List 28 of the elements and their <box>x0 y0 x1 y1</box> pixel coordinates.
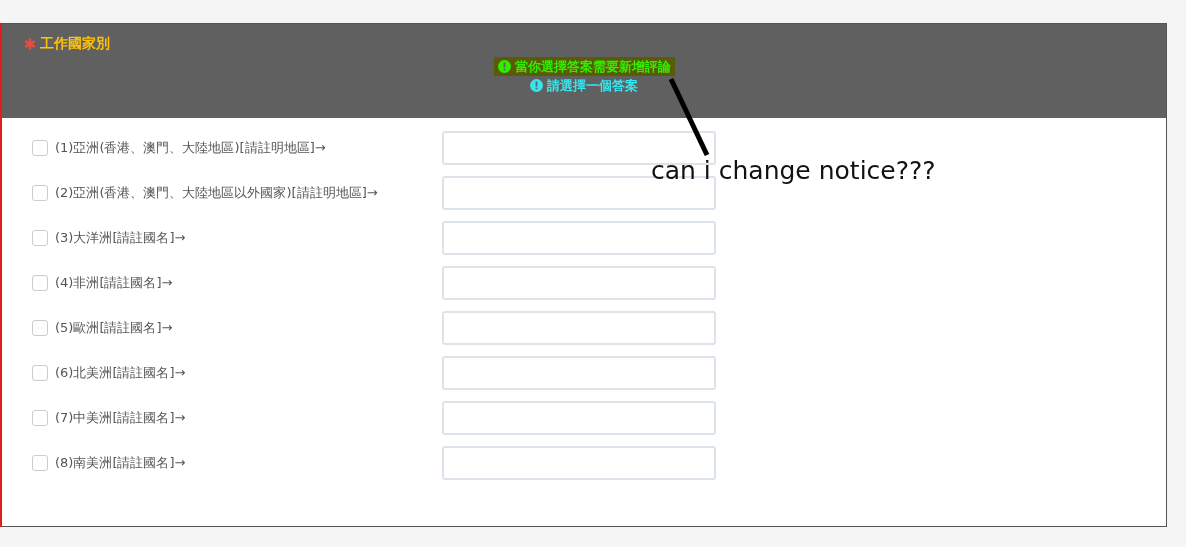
question-title: 工作國家別 <box>40 35 110 53</box>
notice: 請選擇一個答案 <box>526 76 642 95</box>
alert-icon <box>497 60 511 73</box>
checkbox[interactable] <box>32 184 48 201</box>
option-label: (5)歐洲[請註國名]→ <box>55 318 174 337</box>
option-label: (6)北美洲[請註國名]→ <box>55 363 187 382</box>
checkbox[interactable] <box>32 319 48 336</box>
checkbox[interactable] <box>32 139 48 156</box>
option-label: (4)非洲[請註國名]→ <box>55 273 174 292</box>
input-field[interactable] <box>442 445 716 480</box>
checkbox[interactable] <box>32 409 48 426</box>
checkbox[interactable] <box>32 229 48 246</box>
checkbox[interactable] <box>32 454 48 471</box>
checkbox[interactable] <box>32 364 48 381</box>
input-field[interactable] <box>442 310 716 345</box>
option-label: (8)南美洲[請註國名]→ <box>55 453 187 472</box>
input-field[interactable] <box>442 265 716 300</box>
option-label: (1)亞洲(香港、澳門、大陸地區)[請註明地區]→ <box>55 138 327 157</box>
notice: 當你選擇答案需要新增評論 <box>493 57 675 76</box>
input-field[interactable] <box>442 220 716 255</box>
annotation-text: can i change notice??? <box>651 156 936 185</box>
checkbox[interactable] <box>32 274 48 291</box>
option-label: (2)亞洲(香港、澳門、大陸地區以外國家)[請註明地區]→ <box>55 183 379 202</box>
option-label: (7)中美洲[請註國名]→ <box>55 408 187 427</box>
input-field[interactable] <box>442 400 716 435</box>
input-field[interactable] <box>442 355 716 390</box>
option-label: (3)大洋洲[請註國名]→ <box>55 228 187 247</box>
alert-icon <box>530 79 543 92</box>
